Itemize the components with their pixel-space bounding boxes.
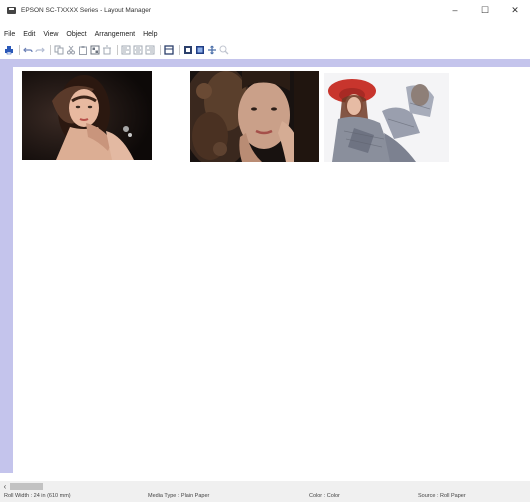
frame-icon xyxy=(164,45,174,55)
toolbar-separator xyxy=(160,45,161,55)
page-view-icon xyxy=(184,46,192,54)
copy-icon xyxy=(54,45,64,55)
move-icon xyxy=(208,45,216,55)
window-title: EPSON SC-TXXXX Series - Layout Manager xyxy=(21,6,152,14)
printer-app-icon xyxy=(7,6,16,14)
menu-edit[interactable]: Edit xyxy=(23,31,35,38)
frame-button[interactable] xyxy=(164,45,174,55)
status-media-type: Media Type : Plain Paper xyxy=(148,493,210,499)
photo-woman-curly-hair-closeup[interactable] xyxy=(190,71,319,162)
delete-button[interactable] xyxy=(102,45,112,55)
photo-woman-red-hat-gray-jacket[interactable] xyxy=(324,73,449,162)
menu-view[interactable]: View xyxy=(43,31,58,38)
status-roll-width: Roll Width : 24 in (610 mm) xyxy=(4,493,71,499)
toolbar-separator xyxy=(179,45,180,55)
fit-view-button[interactable] xyxy=(195,45,205,55)
align-right-button[interactable] xyxy=(145,45,155,55)
status-source: Source : Roll Paper xyxy=(418,493,466,499)
move-button[interactable] xyxy=(207,45,217,55)
align-right-icon xyxy=(145,45,155,55)
align-left-button[interactable] xyxy=(121,45,131,55)
toolbar-separator xyxy=(19,45,20,55)
photo-woman-dark-hair-black-background[interactable] xyxy=(22,71,152,160)
scroll-left-arrow-icon[interactable]: ‹ xyxy=(1,481,9,492)
printer-button[interactable] xyxy=(4,45,14,55)
close-button[interactable]: ✕ xyxy=(500,0,530,20)
delete-icon xyxy=(103,45,111,55)
align-center-button[interactable] xyxy=(133,45,143,55)
copy-button[interactable] xyxy=(54,45,64,55)
cut-button[interactable] xyxy=(66,45,76,55)
roll-paper-page[interactable] xyxy=(13,67,530,473)
paste-icon xyxy=(79,46,87,55)
align-center-icon xyxy=(133,45,143,55)
layout-icon xyxy=(90,45,100,55)
toolbar-separator xyxy=(117,45,118,55)
align-left-icon xyxy=(121,45,131,55)
cut-icon xyxy=(67,45,75,55)
printer-icon xyxy=(5,46,13,55)
zoom-button[interactable] xyxy=(219,45,229,55)
menu-arrangement[interactable]: Arrangement xyxy=(95,31,135,38)
menu-object[interactable]: Object xyxy=(66,31,86,38)
minimize-button[interactable]: – xyxy=(440,0,470,20)
fit-view-icon xyxy=(196,46,204,54)
menu-file[interactable]: File xyxy=(4,31,15,38)
menu-help[interactable]: Help xyxy=(143,31,157,38)
title-bar: EPSON SC-TXXXX Series - Layout Manager –… xyxy=(0,0,530,20)
status-color: Color : Color xyxy=(309,493,340,499)
horizontal-scrollbar[interactable]: ‹ xyxy=(0,481,530,492)
undo-icon xyxy=(23,47,33,53)
redo-button[interactable] xyxy=(35,45,45,55)
maximize-button[interactable]: ☐ xyxy=(470,0,500,20)
status-bar: Roll Width : 24 in (610 mm) Media Type :… xyxy=(0,492,530,502)
paste-button[interactable] xyxy=(78,45,88,55)
page-view-button[interactable] xyxy=(183,45,193,55)
window-controls: – ☐ ✕ xyxy=(440,0,530,20)
layout-button[interactable] xyxy=(90,45,100,55)
zoom-icon xyxy=(219,45,229,55)
undo-button[interactable] xyxy=(23,45,33,55)
menu-bar: File Edit View Object Arrangement Help xyxy=(0,27,530,41)
toolbar xyxy=(0,43,530,57)
redo-icon xyxy=(35,47,45,53)
toolbar-separator xyxy=(50,45,51,55)
layout-workspace[interactable] xyxy=(0,59,530,473)
scroll-thumb[interactable] xyxy=(10,483,43,490)
